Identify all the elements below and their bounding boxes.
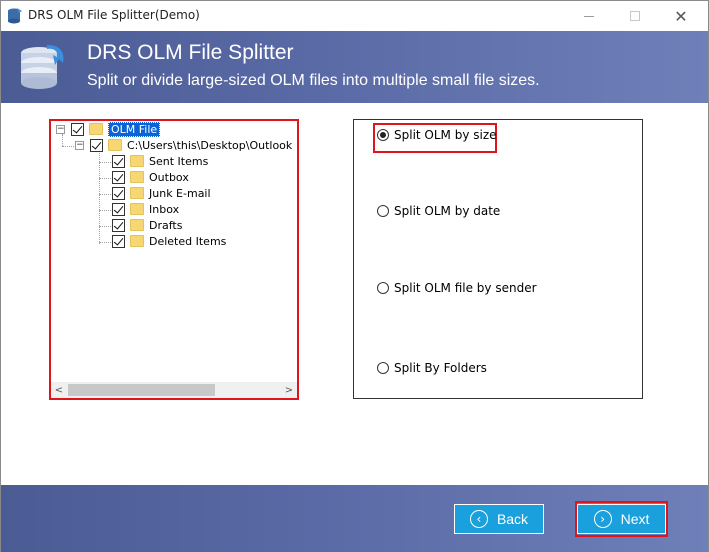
database-split-icon <box>21 45 64 89</box>
tree-node-sent-items[interactable]: Sent Items <box>112 153 208 169</box>
tree-connector <box>99 226 111 227</box>
tree-node-junk-email[interactable]: Junk E-mail <box>112 185 211 201</box>
tree-node-label[interactable]: Junk E-mail <box>149 187 211 200</box>
chevron-left-icon: ‹ <box>469 510 488 528</box>
radio-button[interactable] <box>377 282 389 294</box>
tree-connector <box>62 146 76 147</box>
window-title: DRS OLM File Splitter(Demo) <box>28 8 200 22</box>
tree-node-root[interactable]: − OLM File <box>56 121 161 137</box>
chevron-right-icon: › <box>593 510 612 528</box>
radio-button[interactable] <box>377 129 389 141</box>
close-icon: ✕ <box>674 6 688 26</box>
option-split-by-folders[interactable]: Split By Folders <box>377 361 487 375</box>
tree-node-deleted-items[interactable]: Deleted Items <box>112 233 226 249</box>
tree-connector <box>99 150 100 244</box>
back-button[interactable]: ‹ Back <box>454 504 544 534</box>
folder-icon <box>89 123 103 135</box>
folder-icon <box>130 219 144 231</box>
app-icon <box>8 8 22 24</box>
tree-connector <box>99 194 111 195</box>
root-checkbox[interactable] <box>71 122 84 136</box>
minimize-icon <box>584 15 594 17</box>
sent-items-checkbox[interactable] <box>112 154 125 168</box>
folder-icon <box>130 187 144 199</box>
scroll-left-icon[interactable]: < <box>51 382 67 398</box>
deleted-items-checkbox[interactable] <box>112 234 125 248</box>
junk-email-checkbox[interactable] <box>112 186 125 200</box>
folder-tree-panel: − OLM File − C:\Users\this\Desktop\Outlo… <box>49 119 299 400</box>
tree-node-label[interactable]: OLM File <box>108 121 161 137</box>
drafts-checkbox[interactable] <box>112 218 125 232</box>
path-checkbox[interactable] <box>90 138 103 152</box>
footer-bar: ‹ Back › Next <box>1 485 708 552</box>
banner-subtitle: Split or divide large-sized OLM files in… <box>87 72 540 89</box>
maximize-button[interactable] <box>612 1 658 31</box>
folder-icon <box>108 139 122 151</box>
folder-icon <box>130 203 144 215</box>
option-label: Split OLM file by sender <box>394 281 537 295</box>
folder-icon <box>130 155 144 167</box>
radio-button[interactable] <box>377 205 389 217</box>
close-button[interactable]: ✕ <box>658 1 704 31</box>
tree-connector <box>99 178 111 179</box>
option-split-by-sender[interactable]: Split OLM file by sender <box>377 281 537 295</box>
next-button[interactable]: › Next <box>577 504 666 534</box>
maximize-icon <box>630 11 640 21</box>
collapse-icon[interactable]: − <box>75 140 84 150</box>
radio-button[interactable] <box>377 362 389 374</box>
split-options-panel <box>353 119 643 399</box>
app-window: DRS OLM File Splitter(Demo) ✕ DRS OLM Fi… <box>0 0 709 552</box>
banner-title: DRS OLM File Splitter <box>87 41 294 64</box>
header-banner: DRS OLM File Splitter Split or divide la… <box>1 31 708 103</box>
option-label: Split By Folders <box>394 361 487 375</box>
scroll-right-icon[interactable]: > <box>281 382 297 398</box>
collapse-icon[interactable]: − <box>56 124 65 134</box>
scrollbar-thumb[interactable] <box>68 384 215 396</box>
tree-node-label[interactable]: Sent Items <box>149 155 208 168</box>
option-split-by-size[interactable]: Split OLM by size <box>377 128 497 142</box>
horizontal-scrollbar[interactable]: < > <box>51 382 297 398</box>
tree-node-label[interactable]: C:\Users\this\Desktop\Outlook <box>127 139 292 152</box>
tree-node-path[interactable]: − C:\Users\this\Desktop\Outlook <box>75 137 292 153</box>
minimize-button[interactable] <box>566 1 612 31</box>
option-label: Split OLM by date <box>394 204 501 218</box>
outbox-checkbox[interactable] <box>112 170 125 184</box>
tree-connector <box>99 162 111 163</box>
folder-icon <box>130 171 144 183</box>
tree-node-label[interactable]: Inbox <box>149 203 179 216</box>
tree-node-outbox[interactable]: Outbox <box>112 169 189 185</box>
folder-tree[interactable]: − OLM File − C:\Users\this\Desktop\Outlo… <box>51 121 297 381</box>
inbox-checkbox[interactable] <box>112 202 125 216</box>
option-split-by-date[interactable]: Split OLM by date <box>377 204 500 218</box>
next-button-label: Next <box>620 511 650 527</box>
tree-connector <box>99 242 111 243</box>
tree-node-drafts[interactable]: Drafts <box>112 217 182 233</box>
tree-node-label[interactable]: Deleted Items <box>149 235 226 248</box>
back-button-label: Back <box>496 511 529 527</box>
tree-connector <box>99 210 111 211</box>
tree-node-label[interactable]: Drafts <box>149 219 182 232</box>
tree-node-label[interactable]: Outbox <box>149 171 189 184</box>
tree-node-inbox[interactable]: Inbox <box>112 201 179 217</box>
folder-icon <box>130 235 144 247</box>
option-label: Split OLM by size <box>394 128 497 142</box>
title-bar: DRS OLM File Splitter(Demo) ✕ <box>1 1 708 31</box>
